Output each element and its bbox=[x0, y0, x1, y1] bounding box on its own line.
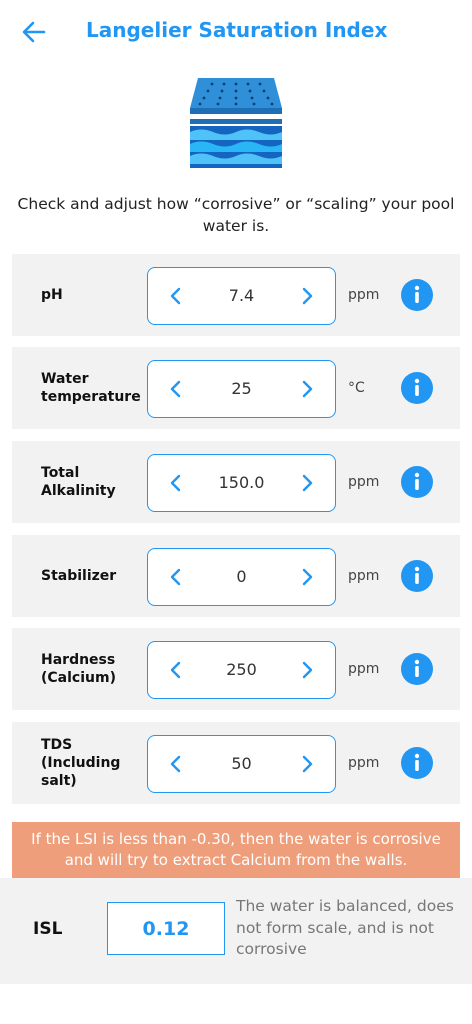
parameter-row-hardness: Hardness (Calcium) 250 ppm bbox=[12, 628, 460, 710]
tds-value[interactable]: 50 bbox=[196, 736, 287, 791]
tds-stepper: 50 bbox=[147, 735, 336, 793]
decrement-chevron-left-icon[interactable] bbox=[156, 361, 196, 416]
total-alkalinity-value[interactable]: 150.0 bbox=[196, 455, 287, 510]
increment-chevron-right-icon[interactable] bbox=[287, 736, 327, 791]
pool-wall-icon bbox=[186, 74, 286, 170]
stabilizer-stepper: 0 bbox=[147, 548, 336, 606]
parameter-row-stabilizer: Stabilizer 0 ppm bbox=[12, 535, 460, 617]
page-title: Langelier Saturation Index bbox=[86, 18, 388, 42]
info-icon[interactable] bbox=[401, 747, 433, 779]
decrement-chevron-left-icon[interactable] bbox=[156, 455, 196, 510]
unit-label: ppm bbox=[348, 755, 380, 771]
info-icon[interactable] bbox=[401, 466, 433, 498]
increment-chevron-right-icon[interactable] bbox=[287, 361, 327, 416]
ph-stepper: 7.4 bbox=[147, 267, 336, 325]
result-description: The water is balanced, does not form sca… bbox=[236, 897, 454, 958]
stabilizer-value[interactable]: 0 bbox=[196, 549, 287, 604]
increment-chevron-right-icon[interactable] bbox=[287, 549, 327, 604]
parameter-label: Total Alkalinity bbox=[41, 465, 116, 499]
total-alkalinity-stepper: 150.0 bbox=[147, 454, 336, 512]
info-icon[interactable] bbox=[401, 279, 433, 311]
ph-value[interactable]: 7.4 bbox=[196, 268, 287, 323]
parameter-row-ph: pH 7.4 ppm bbox=[12, 254, 460, 336]
back-arrow-icon[interactable] bbox=[18, 16, 50, 48]
hardness-value[interactable]: 250 bbox=[196, 642, 287, 697]
info-icon[interactable] bbox=[401, 653, 433, 685]
hardness-stepper: 250 bbox=[147, 641, 336, 699]
parameter-label: Water temperature bbox=[41, 371, 141, 405]
water-temperature-value[interactable]: 25 bbox=[196, 361, 287, 416]
lsi-result-panel: ISL 0.12 The water is balanced, does not… bbox=[0, 878, 472, 984]
unit-label: ppm bbox=[348, 287, 380, 303]
info-icon[interactable] bbox=[401, 560, 433, 592]
unit-label: °C bbox=[348, 380, 365, 396]
decrement-chevron-left-icon[interactable] bbox=[156, 642, 196, 697]
increment-chevron-right-icon[interactable] bbox=[287, 455, 327, 510]
intro-text: Check and adjust how “corrosive” or “sca… bbox=[17, 195, 455, 235]
parameter-row-total-alkalinity: Total Alkalinity 150.0 ppm bbox=[12, 441, 460, 523]
unit-label: ppm bbox=[348, 661, 380, 677]
corrosion-warning-banner: If the LSI is less than -0.30, then the … bbox=[12, 822, 460, 878]
parameter-label: Hardness (Calcium) bbox=[41, 652, 116, 686]
increment-chevron-right-icon[interactable] bbox=[287, 268, 327, 323]
parameter-row-water-temperature: Water temperature 25 °C bbox=[12, 347, 460, 429]
decrement-chevron-left-icon[interactable] bbox=[156, 268, 196, 323]
parameter-label: Stabilizer bbox=[41, 568, 117, 584]
app-header: Langelier Saturation Index bbox=[0, 0, 472, 64]
result-label: ISL bbox=[33, 919, 63, 939]
increment-chevron-right-icon[interactable] bbox=[287, 642, 327, 697]
unit-label: ppm bbox=[348, 568, 380, 584]
decrement-chevron-left-icon[interactable] bbox=[156, 549, 196, 604]
parameter-label: TDS (Including salt) bbox=[41, 737, 121, 789]
unit-label: ppm bbox=[348, 474, 380, 490]
parameter-label: pH bbox=[41, 287, 63, 303]
info-icon[interactable] bbox=[401, 372, 433, 404]
water-temperature-stepper: 25 bbox=[147, 360, 336, 418]
parameter-row-tds: TDS (Including salt) 50 ppm bbox=[12, 722, 460, 804]
decrement-chevron-left-icon[interactable] bbox=[156, 736, 196, 791]
result-value: 0.12 bbox=[107, 902, 225, 955]
